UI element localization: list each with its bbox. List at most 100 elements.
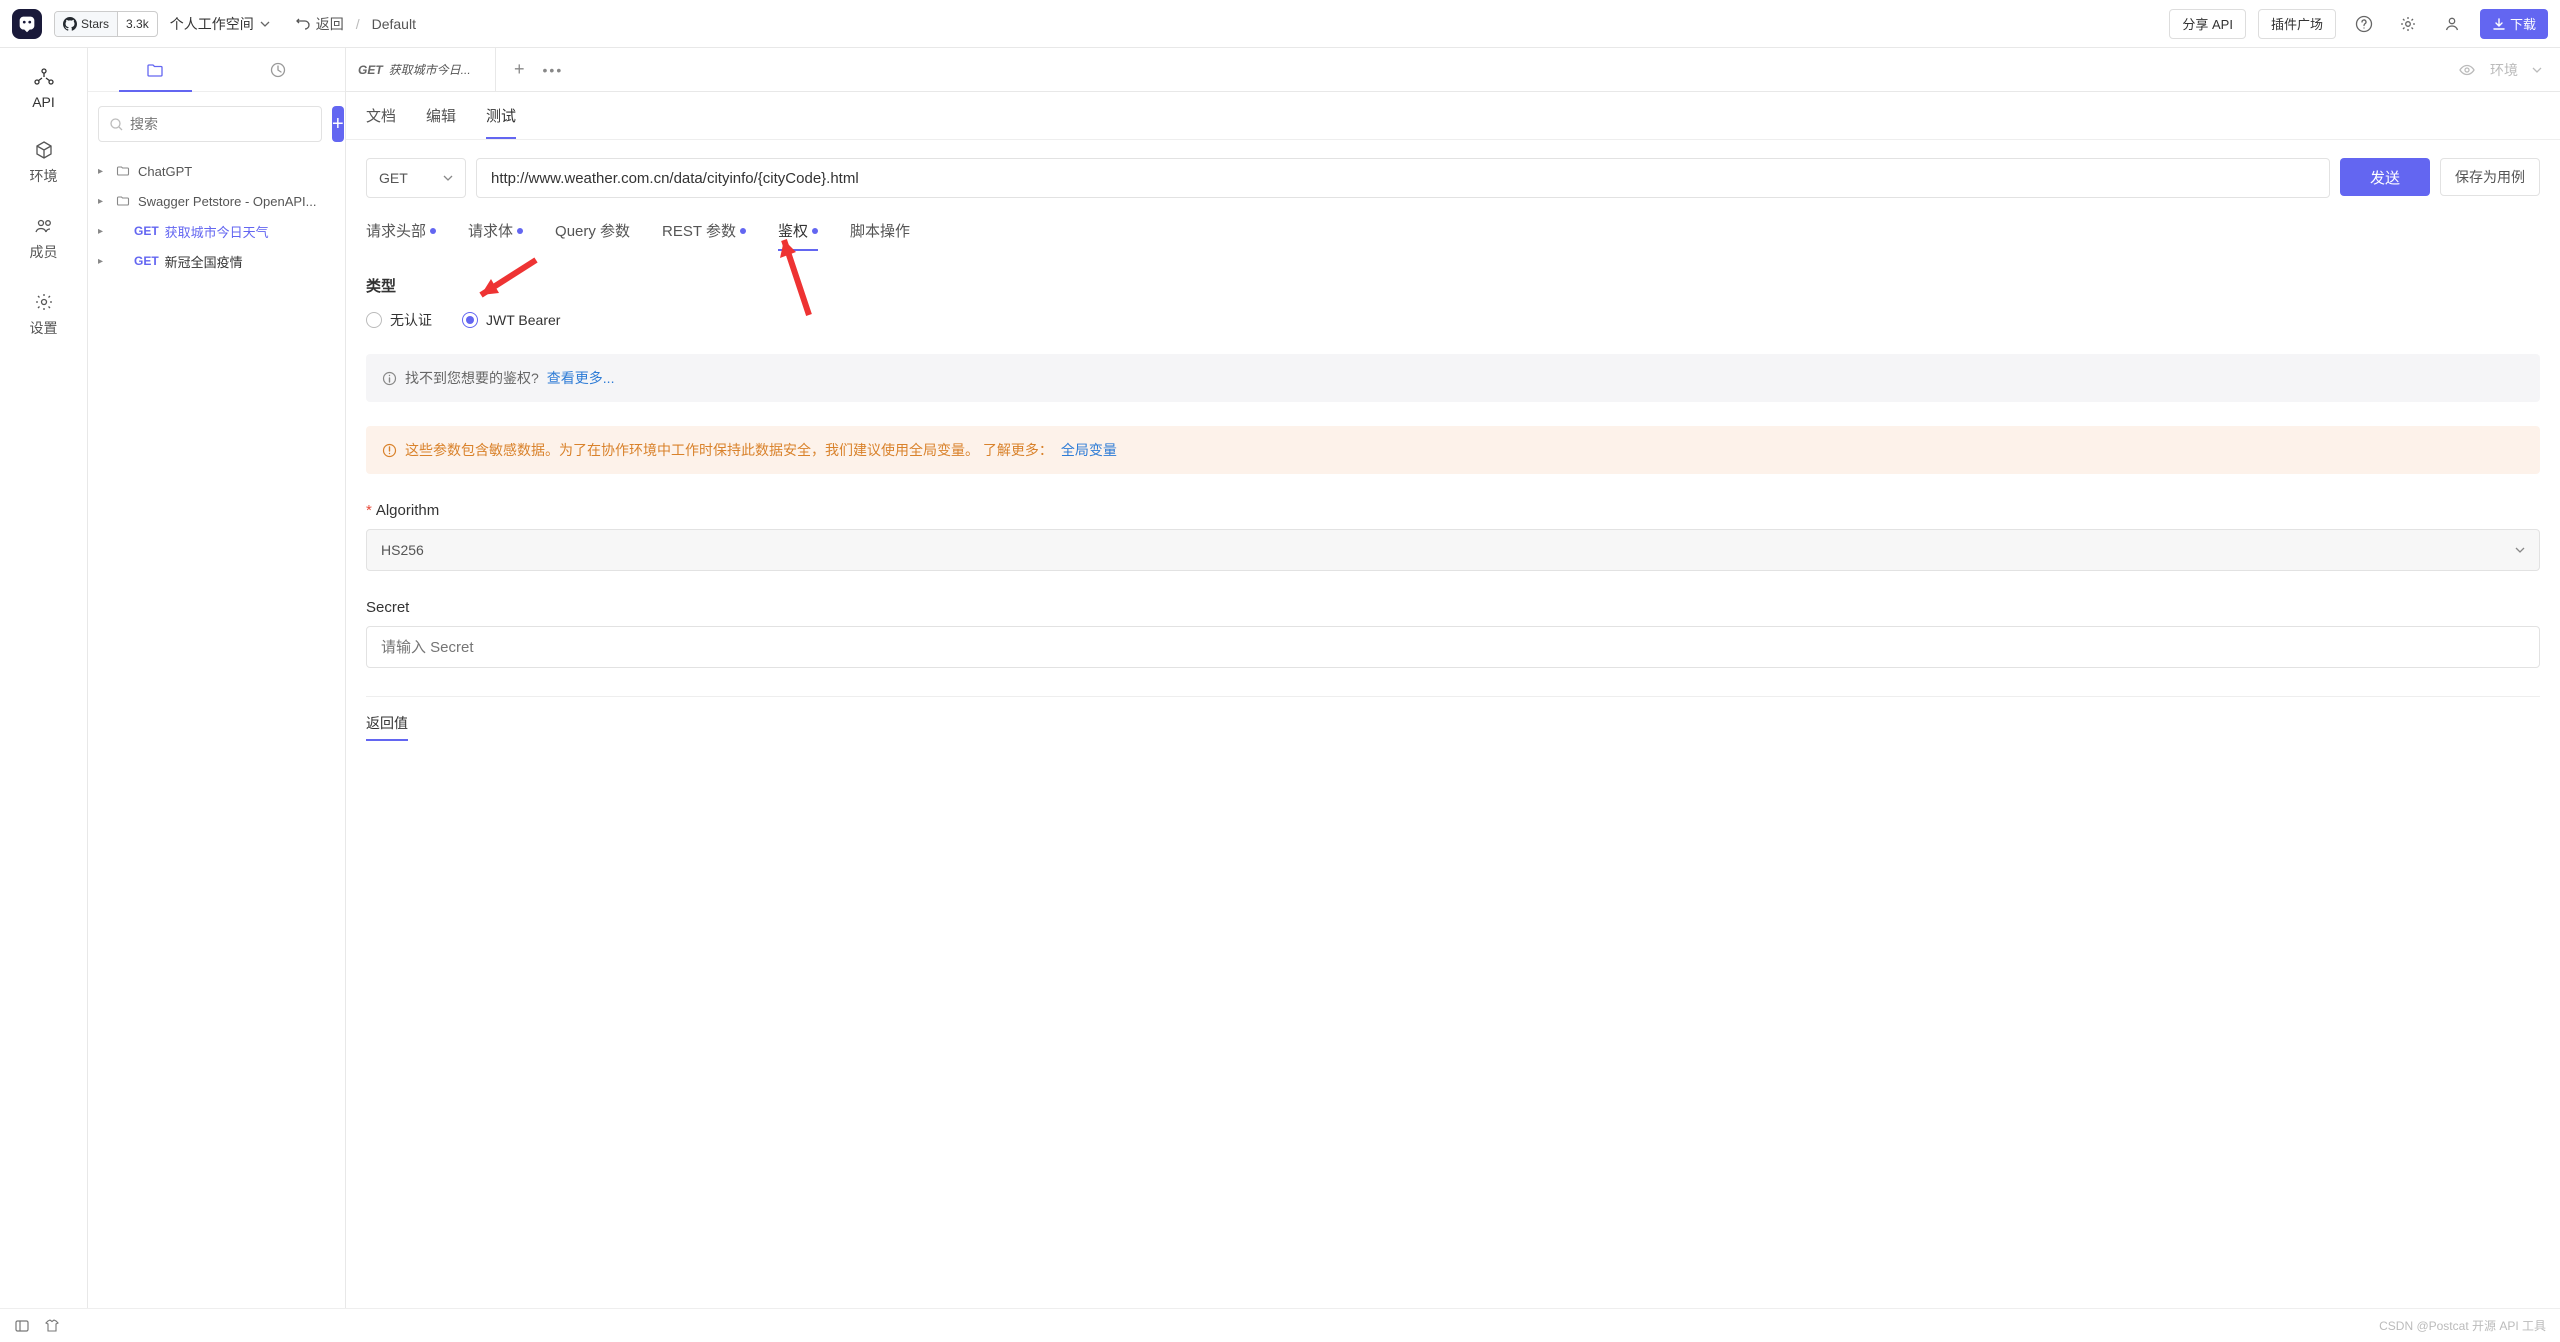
back-button[interactable]: 返回 <box>294 14 344 34</box>
chevron-right-icon: ▸ <box>98 256 110 267</box>
tree-item-method: GET <box>134 254 159 268</box>
method-selector[interactable]: GET <box>366 158 466 198</box>
search-icon <box>109 117 124 132</box>
url-input[interactable] <box>476 158 2330 198</box>
download-icon <box>2492 17 2506 31</box>
secret-input[interactable] <box>366 626 2540 668</box>
api-icon <box>33 67 55 89</box>
tree-item-name: 新冠全国疫情 <box>165 252 243 271</box>
plugin-market-button[interactable]: 插件广场 <box>2258 9 2336 39</box>
tree-folder-name: Swagger Petstore - OpenAPI... <box>138 194 316 209</box>
gear-icon <box>2399 15 2417 33</box>
rail-api[interactable]: API <box>14 66 74 110</box>
user-icon <box>2443 15 2461 33</box>
warning-text: 这些参数包含敏感数据。为了在协作环境中工作时保持此数据安全，我们建议使用全局变量… <box>405 440 1053 460</box>
workspace-selector[interactable]: 个人工作空间 <box>170 14 270 34</box>
folder-icon <box>116 194 130 208</box>
tree-item-method: GET <box>134 224 159 238</box>
help-button[interactable] <box>2348 8 2380 40</box>
warning-banner: 这些参数包含敏感数据。为了在协作环境中工作时保持此数据安全，我们建议使用全局变量… <box>366 426 2540 474</box>
chevron-right-icon: ▸ <box>98 226 110 237</box>
watermark: CSDN @Postcat 开源 API 工具 <box>2379 1317 2546 1334</box>
download-label: 下载 <box>2510 14 2536 33</box>
undo-icon <box>294 16 310 32</box>
radio-no-auth[interactable]: 无认证 <box>366 310 432 330</box>
reqtab-script[interactable]: 脚本操作 <box>850 220 910 251</box>
github-stars-count: 3.3k <box>118 17 157 31</box>
cube-icon <box>33 139 55 161</box>
editor-tab[interactable]: GET 获取城市今日... <box>346 48 496 91</box>
reqtab-headers[interactable]: 请求头部 <box>366 220 436 251</box>
indicator-dot <box>812 228 818 234</box>
chevron-down-icon <box>443 173 453 183</box>
algorithm-select[interactable]: HS256 <box>366 529 2540 571</box>
settings-button[interactable] <box>2392 8 2424 40</box>
github-stars-label: Stars <box>81 17 109 31</box>
radio-jwt-bearer[interactable]: JWT Bearer <box>462 312 560 328</box>
members-icon <box>33 215 55 237</box>
rail-env[interactable]: 环境 <box>14 138 74 186</box>
tab-more-button[interactable]: ••• <box>543 62 564 78</box>
chevron-down-icon <box>2532 65 2542 75</box>
rail-members-label: 成员 <box>30 242 58 262</box>
add-button[interactable]: + <box>332 106 344 142</box>
share-api-button[interactable]: 分享 API <box>2169 9 2246 39</box>
rail-settings-label: 设置 <box>30 318 58 338</box>
tree-item-name: 获取城市今日天气 <box>165 222 269 241</box>
chevron-right-icon: ▸ <box>98 196 110 207</box>
rail-settings[interactable]: 设置 <box>14 290 74 338</box>
tree-folder[interactable]: ▸ ChatGPT <box>92 156 341 186</box>
download-button[interactable]: 下载 <box>2480 9 2548 39</box>
tree-folder-name: ChatGPT <box>138 164 192 179</box>
tree-item[interactable]: ▸ GET 获取城市今日天气 <box>92 216 341 246</box>
mode-edit[interactable]: 编辑 <box>426 93 456 138</box>
auth-type-label: 类型 <box>366 275 2540 296</box>
help-icon <box>2355 15 2373 33</box>
radio-jwt-label: JWT Bearer <box>486 312 560 328</box>
required-star: * <box>366 502 372 519</box>
mode-doc[interactable]: 文档 <box>366 93 396 138</box>
method-value: GET <box>379 170 408 186</box>
account-button[interactable] <box>2436 8 2468 40</box>
reqtab-query[interactable]: Query 参数 <box>555 220 630 251</box>
reqtab-body[interactable]: 请求体 <box>468 220 523 251</box>
info-link[interactable]: 查看更多... <box>547 368 615 388</box>
mode-test[interactable]: 测试 <box>486 93 516 138</box>
send-button[interactable]: 发送 <box>2340 158 2430 196</box>
secret-label: Secret <box>366 599 2540 616</box>
return-value-tab[interactable]: 返回值 <box>366 713 408 741</box>
save-case-button[interactable]: 保存为用例 <box>2440 158 2540 196</box>
warning-icon <box>382 443 397 458</box>
reqtab-rest[interactable]: REST 参数 <box>662 220 746 251</box>
rail-api-label: API <box>32 94 55 110</box>
eye-icon[interactable] <box>2458 61 2476 79</box>
panel-left-icon[interactable] <box>14 1318 30 1334</box>
indicator-dot <box>740 228 746 234</box>
tree-folder[interactable]: ▸ Swagger Petstore - OpenAPI... <box>92 186 341 216</box>
history-icon <box>269 61 287 79</box>
workspace-name: 个人工作空间 <box>170 14 254 34</box>
sidebar-search[interactable] <box>98 106 322 142</box>
breadcrumb[interactable]: Default <box>372 16 416 32</box>
github-stars[interactable]: Stars 3.3k <box>54 11 158 37</box>
tab-title: 获取城市今日... <box>389 61 471 78</box>
rail-members[interactable]: 成员 <box>14 214 74 262</box>
back-label: 返回 <box>316 14 344 34</box>
tree-item[interactable]: ▸ GET 新冠全国疫情 <box>92 246 341 276</box>
chevron-right-icon: ▸ <box>98 166 110 177</box>
shirt-icon[interactable] <box>44 1318 60 1334</box>
github-icon <box>63 17 77 31</box>
info-text: 找不到您想要的鉴权? <box>405 368 539 388</box>
sidebar-tab-folder[interactable] <box>94 48 217 91</box>
settings-icon <box>33 291 55 313</box>
folder-icon <box>146 61 164 79</box>
sidebar-tab-history[interactable] <box>217 48 340 91</box>
indicator-dot <box>430 228 436 234</box>
new-tab-button[interactable]: + <box>514 59 525 80</box>
radio-no-auth-label: 无认证 <box>390 310 432 330</box>
sidebar-search-input[interactable] <box>130 116 311 132</box>
chevron-down-icon <box>260 19 270 29</box>
env-selector[interactable]: 环境 <box>2490 60 2518 80</box>
warning-link[interactable]: 全局变量 <box>1061 440 1117 460</box>
reqtab-auth[interactable]: 鉴权 <box>778 220 818 251</box>
